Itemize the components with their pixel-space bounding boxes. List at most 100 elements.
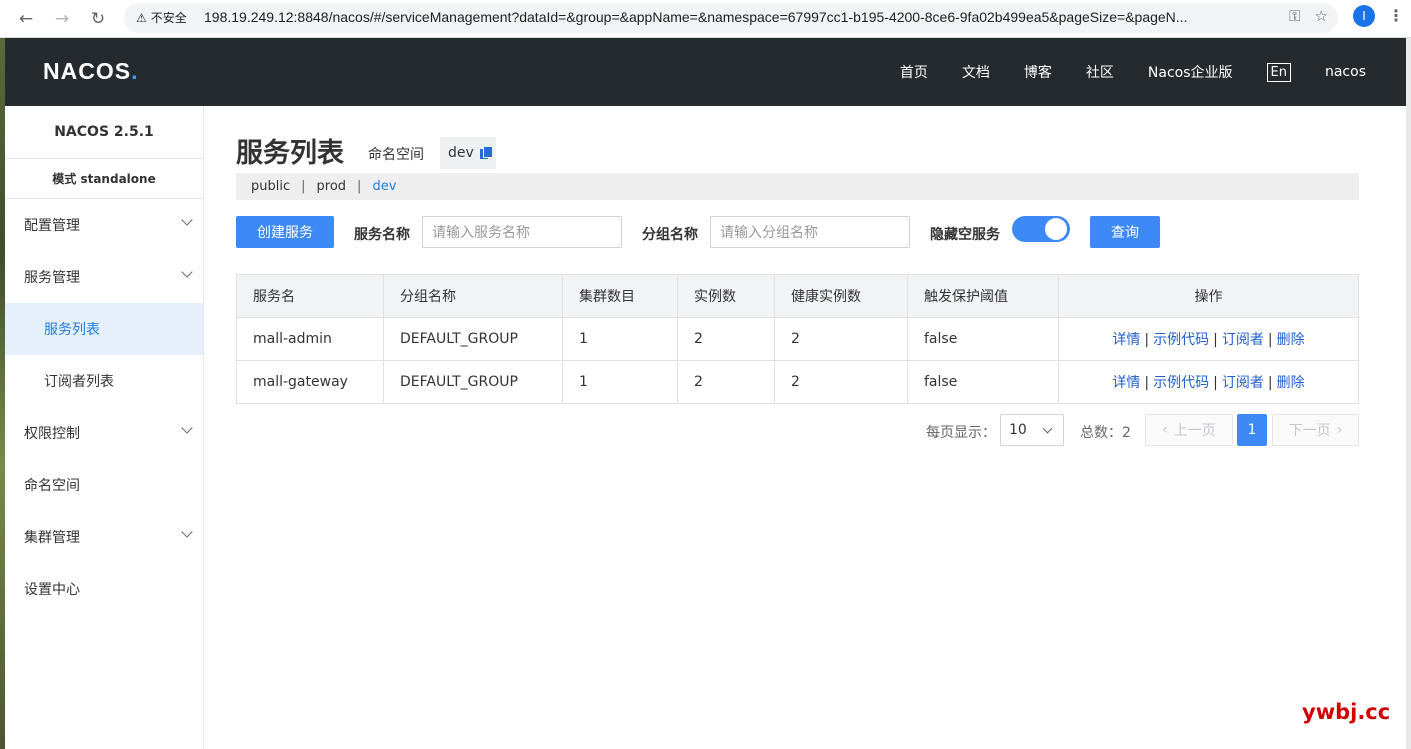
insecure-label: 不安全 [150,11,187,25]
cell-service: mall-admin [236,317,384,361]
group-name-label: 分组名称 [642,227,698,243]
chevron-down-icon [181,526,193,538]
sidebar-item-auth[interactable]: 权限控制 [5,407,203,459]
namespace-public[interactable]: public [251,179,290,194]
sidebar-item-label: 权限控制 [24,426,80,442]
prev-page-label: 上一页 [1173,423,1216,439]
cell-ops: 详情 | 示例代码 | 订阅者 | 删除 [1058,317,1359,361]
forward-icon[interactable]: → [48,5,76,33]
sidebar-item-cluster[interactable]: 集群管理 [5,511,203,563]
user-menu[interactable]: nacos [1325,64,1366,80]
op-separator: | [1213,375,1218,391]
logo-dot: . [131,58,139,84]
column-header: 分组名称 [383,274,563,318]
sidebar-item-label: 服务列表 [44,322,100,338]
copy-icon[interactable] [479,147,492,159]
group-name-input[interactable]: 请输入分组名称 [710,216,910,248]
back-icon[interactable]: ← [12,5,40,33]
sidebar: NACOS 2.5.1 模式 standalone 配置管理 服务管理 服务列表… [5,106,204,749]
namespace-bar: public | prod | dev [236,173,1359,200]
mode-label: 模式 standalone [5,159,203,199]
reload-icon[interactable]: ↻ [84,5,112,33]
nav-community[interactable]: 社区 [1086,62,1114,82]
sidebar-item-service[interactable]: 服务管理 [5,251,203,303]
chevron-down-icon [1042,423,1053,434]
main-content: 服务列表 命名空间 dev public | prod | dev 创建服务 服… [204,106,1390,749]
cell-clusters: 1 [562,360,678,404]
hide-empty-toggle[interactable] [1012,216,1070,242]
profile-avatar[interactable]: I [1353,5,1375,27]
toggle-knob [1045,218,1067,240]
cell-healthy: 2 [774,360,908,404]
bookmark-star-icon[interactable]: ☆ [1315,7,1328,25]
sidebar-item-config[interactable]: 配置管理 [5,199,203,251]
cell-threshold: false [907,317,1059,361]
nav-enterprise[interactable]: Nacos企业版 [1148,62,1233,82]
page-scrollbar-track[interactable] [1406,38,1411,749]
cell-threshold: false [907,360,1059,404]
service-name-input[interactable]: 请输入服务名称 [422,216,622,248]
logo-text: NACOS [43,58,132,84]
service-name-label: 服务名称 [354,227,410,243]
sidebar-item-label: 集群管理 [24,530,80,546]
chevron-down-icon [181,214,193,226]
op-separator: | [1267,375,1273,391]
nacos-logo[interactable]: NACOS. [43,58,138,85]
sidebar-item-settings[interactable]: 设置中心 [5,563,203,615]
table-row: mall-gateway DEFAULT_GROUP 1 2 2 false 详… [236,360,1359,404]
address-bar[interactable]: ⚠ 不安全 198.19.249.12:8848/nacos/#/service… [124,3,1338,33]
sidebar-item-service-list[interactable]: 服务列表 [5,303,203,355]
nav-home[interactable]: 首页 [900,62,928,82]
nav-docs[interactable]: 文档 [962,62,990,82]
next-page-button[interactable]: 下一页 › [1272,414,1359,446]
subscribers-link[interactable]: 订阅者 [1222,375,1264,391]
column-header: 操作 [1058,274,1359,318]
warning-icon: ⚠ [136,10,147,25]
column-header: 实例数 [677,274,775,318]
sample-code-link[interactable]: 示例代码 [1153,332,1209,348]
language-switch[interactable]: En [1266,62,1291,82]
password-key-icon[interactable]: ⚿ [1289,7,1300,25]
subscribers-link[interactable]: 订阅者 [1222,332,1264,348]
per-page-label: 每页显示： [926,425,996,441]
sidebar-item-label: 服务管理 [24,270,80,286]
delete-link[interactable]: 删除 [1277,375,1305,391]
table-row: mall-admin DEFAULT_GROUP 1 2 2 false 详情 |… [236,317,1359,361]
namespace-dev[interactable]: dev [372,179,396,194]
sidebar-item-label: 配置管理 [24,218,80,234]
sidebar-item-label: 订阅者列表 [44,374,114,390]
hide-empty-label: 隐藏空服务 [930,227,1000,243]
sidebar-item-namespace[interactable]: 命名空间 [5,459,203,511]
cell-ops: 详情 | 示例代码 | 订阅者 | 删除 [1058,360,1359,404]
sidebar-item-subscribers[interactable]: 订阅者列表 [5,355,203,407]
op-separator: | [1144,332,1150,348]
top-nav: 首页 文档 博客 社区 Nacos企业版 En nacos [866,38,1366,106]
delete-link[interactable]: 删除 [1277,332,1305,348]
per-page-value: 10 [1009,422,1027,438]
url-text[interactable]: 198.19.249.12:8848/nacos/#/serviceManage… [204,9,1264,25]
nav-blog[interactable]: 博客 [1024,62,1052,82]
per-page-select[interactable]: 10 [1000,414,1064,446]
namespace-current: dev [448,145,474,161]
column-header: 服务名 [236,274,384,318]
op-separator: | [1144,375,1150,391]
chevron-down-icon [181,422,193,434]
sidebar-item-label: 设置中心 [24,582,80,598]
chevron-left-icon: ‹ [1162,422,1168,438]
namespace-chip: dev [440,137,496,169]
detail-link[interactable]: 详情 [1112,375,1140,391]
namespace-separator: | [357,179,362,194]
cell-clusters: 1 [562,317,678,361]
create-service-button[interactable]: 创建服务 [236,216,334,248]
namespace-prod[interactable]: prod [317,179,347,194]
page-1-button[interactable]: 1 [1237,414,1267,446]
cell-healthy: 2 [774,317,908,361]
detail-link[interactable]: 详情 [1112,332,1140,348]
chevron-right-icon: › [1336,422,1343,438]
column-header: 集群数目 [562,274,678,318]
sample-code-link[interactable]: 示例代码 [1153,375,1209,391]
browser-menu-icon[interactable]: ⋮ [1388,6,1404,25]
query-button[interactable]: 查询 [1090,216,1160,248]
prev-page-button[interactable]: ‹ 上一页 [1145,414,1233,446]
insecure-badge[interactable]: ⚠ 不安全 [136,9,187,26]
